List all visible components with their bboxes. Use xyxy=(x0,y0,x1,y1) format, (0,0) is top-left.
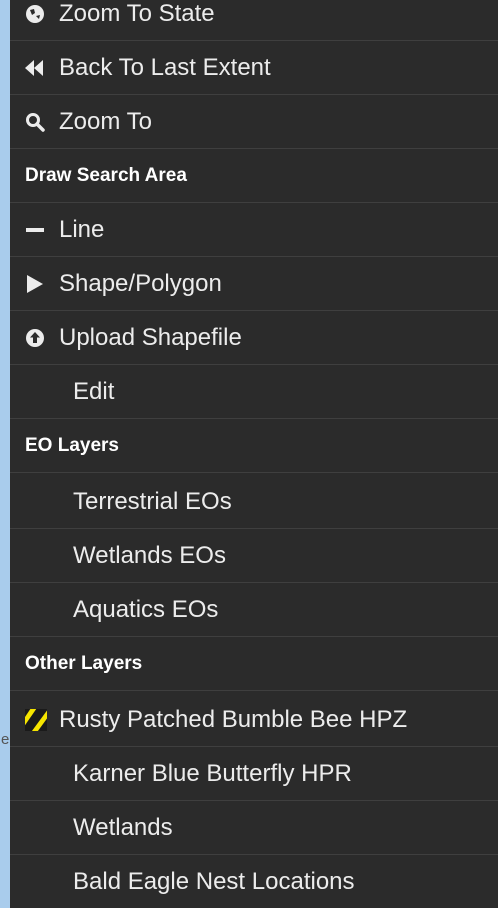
menu-item-zoom-to-state[interactable]: Zoom To State xyxy=(10,0,498,41)
layer-menu: Zoom To State Back To Last Extent Zoom T… xyxy=(10,0,498,908)
search-icon xyxy=(25,109,59,135)
section-header-label: EO Layers xyxy=(25,434,119,456)
menu-item-edit[interactable]: Edit xyxy=(10,365,498,419)
menu-item-terrestrial-eos[interactable]: Terrestrial EOs xyxy=(10,475,498,529)
menu-item-label: Edit xyxy=(73,377,115,405)
menu-item-back-to-last-extent[interactable]: Back To Last Extent xyxy=(10,41,498,95)
menu-item-label: Upload Shapefile xyxy=(59,323,242,351)
hazard-stripes-icon xyxy=(25,707,59,733)
menu-item-label: Bald Eagle Nest Locations xyxy=(73,867,355,895)
menu-item-label: Terrestrial EOs xyxy=(73,487,232,515)
menu-item-karner-blue-butterfly-hpr[interactable]: Karner Blue Butterfly HPR xyxy=(10,747,498,801)
menu-item-label: Aquatics EOs xyxy=(73,595,219,623)
menu-item-upload-shapefile[interactable]: Upload Shapefile xyxy=(10,311,498,365)
menu-item-label: Back To Last Extent xyxy=(59,53,271,81)
menu-item-wetlands-eos[interactable]: Wetlands EOs xyxy=(10,529,498,583)
section-header-draw-search-area: Draw Search Area xyxy=(10,149,498,203)
map-edge xyxy=(0,0,10,908)
map-label-fragment: e xyxy=(1,731,10,748)
menu-item-label: Zoom To xyxy=(59,107,152,135)
section-header-eo-layers: EO Layers xyxy=(10,419,498,473)
upload-circle-icon xyxy=(25,325,59,351)
menu-item-label: Shape/Polygon xyxy=(59,269,222,297)
menu-item-aquatics-eos[interactable]: Aquatics EOs xyxy=(10,583,498,637)
fast-backward-icon xyxy=(25,55,59,81)
menu-item-label: Karner Blue Butterfly HPR xyxy=(73,759,352,787)
menu-item-label: Line xyxy=(59,215,105,243)
menu-item-rusty-patched-bumble-bee-hpz[interactable]: Rusty Patched Bumble Bee HPZ xyxy=(10,693,498,747)
menu-item-label: Wetlands xyxy=(73,813,173,841)
menu-item-label: Rusty Patched Bumble Bee HPZ xyxy=(59,705,408,733)
menu-item-label: Wetlands EOs xyxy=(73,541,226,569)
minus-icon xyxy=(25,217,59,243)
menu-item-label: Zoom To State xyxy=(59,0,215,27)
menu-item-shape-polygon[interactable]: Shape/Polygon xyxy=(10,257,498,311)
play-icon xyxy=(25,271,59,297)
section-header-other-layers: Other Layers xyxy=(10,637,498,691)
menu-item-bald-eagle-nest-locations[interactable]: Bald Eagle Nest Locations xyxy=(10,855,498,908)
menu-item-line[interactable]: Line xyxy=(10,203,498,257)
section-header-label: Other Layers xyxy=(25,652,143,674)
globe-icon xyxy=(25,1,59,27)
menu-item-wetlands[interactable]: Wetlands xyxy=(10,801,498,855)
section-header-label: Draw Search Area xyxy=(25,164,187,186)
menu-item-zoom-to[interactable]: Zoom To xyxy=(10,95,498,149)
